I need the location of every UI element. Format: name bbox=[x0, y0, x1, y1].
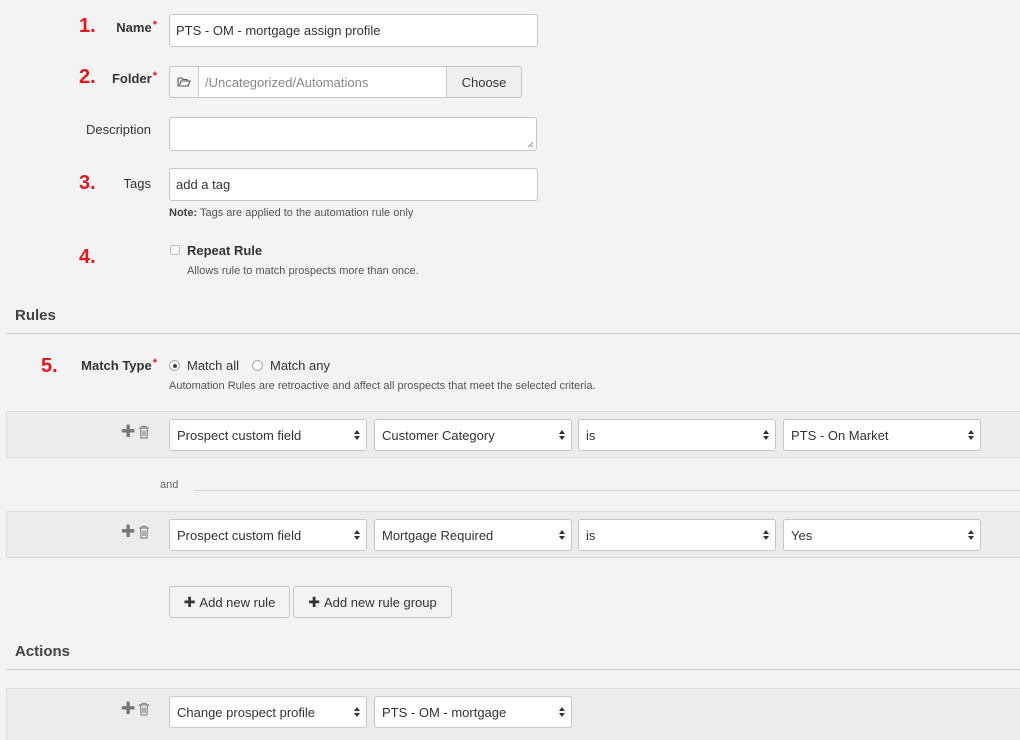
match-type-label: Match Type* bbox=[81, 357, 157, 373]
action-type-select[interactable]: Change prospect profile bbox=[169, 696, 367, 728]
select-arrows-icon bbox=[763, 530, 769, 540]
required-marker: * bbox=[152, 70, 157, 82]
connector-line bbox=[194, 490, 1020, 491]
rule-field-type-select[interactable]: Prospect custom field bbox=[169, 519, 367, 551]
select-arrows-icon bbox=[354, 530, 360, 540]
select-arrows-icon bbox=[559, 430, 565, 440]
choose-folder-button[interactable]: Choose bbox=[447, 66, 522, 98]
tags-label: Tags bbox=[123, 176, 151, 191]
action-value-select[interactable]: PTS - OM - mortgage bbox=[374, 696, 572, 728]
tags-input-value: add a tag bbox=[176, 177, 231, 192]
match-all-label[interactable]: Match all bbox=[187, 358, 239, 373]
rule-value-select[interactable]: PTS - On Market bbox=[783, 419, 981, 451]
rule-operator-select[interactable]: is bbox=[578, 519, 776, 551]
step-number-4: 4. bbox=[79, 246, 96, 268]
rule-operator-select[interactable]: is bbox=[578, 419, 776, 451]
rule-field-select[interactable]: Customer Category bbox=[374, 419, 572, 451]
name-label: Name* bbox=[116, 19, 157, 35]
name-input[interactable]: PTS - OM - mortgage assign profile bbox=[169, 14, 538, 47]
actions-divider bbox=[6, 669, 1020, 670]
tags-input[interactable]: add a tag bbox=[169, 168, 538, 201]
plus-icon: ✚ bbox=[308, 593, 320, 610]
folder-label: Folder* bbox=[111, 70, 157, 86]
match-all-radio[interactable] bbox=[169, 360, 180, 371]
plus-icon[interactable]: ✚ bbox=[121, 523, 135, 540]
trash-icon[interactable] bbox=[138, 425, 150, 439]
tags-note: Note: Tags are applied to the automation… bbox=[169, 207, 414, 219]
repeat-rule-help: Allows rule to match prospects more than… bbox=[187, 265, 419, 277]
rule-field-type-select[interactable]: Prospect custom field bbox=[169, 419, 367, 451]
actions-section-title: Actions bbox=[15, 643, 71, 660]
folder-open-icon[interactable] bbox=[169, 66, 199, 98]
repeat-rule-checkbox[interactable] bbox=[170, 245, 180, 255]
match-any-radio[interactable] bbox=[252, 360, 263, 371]
repeat-rule-label: Repeat Rule bbox=[187, 243, 263, 258]
add-new-rule-group-button[interactable]: ✚ Add new rule group bbox=[293, 586, 452, 618]
add-new-rule-button[interactable]: ✚ Add new rule bbox=[169, 586, 290, 618]
select-arrows-icon bbox=[559, 530, 565, 540]
select-arrows-icon bbox=[354, 430, 360, 440]
match-type-help: Automation Rules are retroactive and aff… bbox=[169, 380, 596, 392]
description-label: Description bbox=[85, 122, 151, 137]
name-input-value: PTS - OM - mortgage assign profile bbox=[176, 23, 381, 38]
select-arrows-icon bbox=[354, 707, 360, 717]
plus-icon: ✚ bbox=[183, 593, 196, 610]
trash-icon[interactable] bbox=[138, 702, 150, 716]
trash-icon[interactable] bbox=[138, 525, 150, 539]
rule-field-select[interactable]: Mortgage Required bbox=[374, 519, 572, 551]
resize-handle-icon[interactable] bbox=[527, 141, 534, 148]
select-arrows-icon bbox=[968, 430, 974, 440]
plus-icon[interactable]: ✚ bbox=[121, 423, 135, 440]
plus-icon[interactable]: ✚ bbox=[121, 700, 135, 717]
select-arrows-icon bbox=[968, 530, 974, 540]
rule-connector-and: and bbox=[160, 479, 179, 491]
description-textarea[interactable] bbox=[169, 117, 537, 151]
required-marker: * bbox=[152, 357, 157, 369]
required-marker: * bbox=[152, 19, 157, 31]
select-arrows-icon bbox=[763, 430, 769, 440]
folder-picker: /Uncategorized/Automations Choose bbox=[169, 66, 522, 98]
rules-section-title: Rules bbox=[15, 307, 56, 324]
match-any-label[interactable]: Match any bbox=[270, 358, 330, 373]
folder-path: /Uncategorized/Automations bbox=[199, 66, 447, 98]
select-arrows-icon bbox=[559, 707, 565, 717]
rules-divider bbox=[6, 333, 1020, 334]
rule-value-select[interactable]: Yes bbox=[783, 519, 981, 551]
